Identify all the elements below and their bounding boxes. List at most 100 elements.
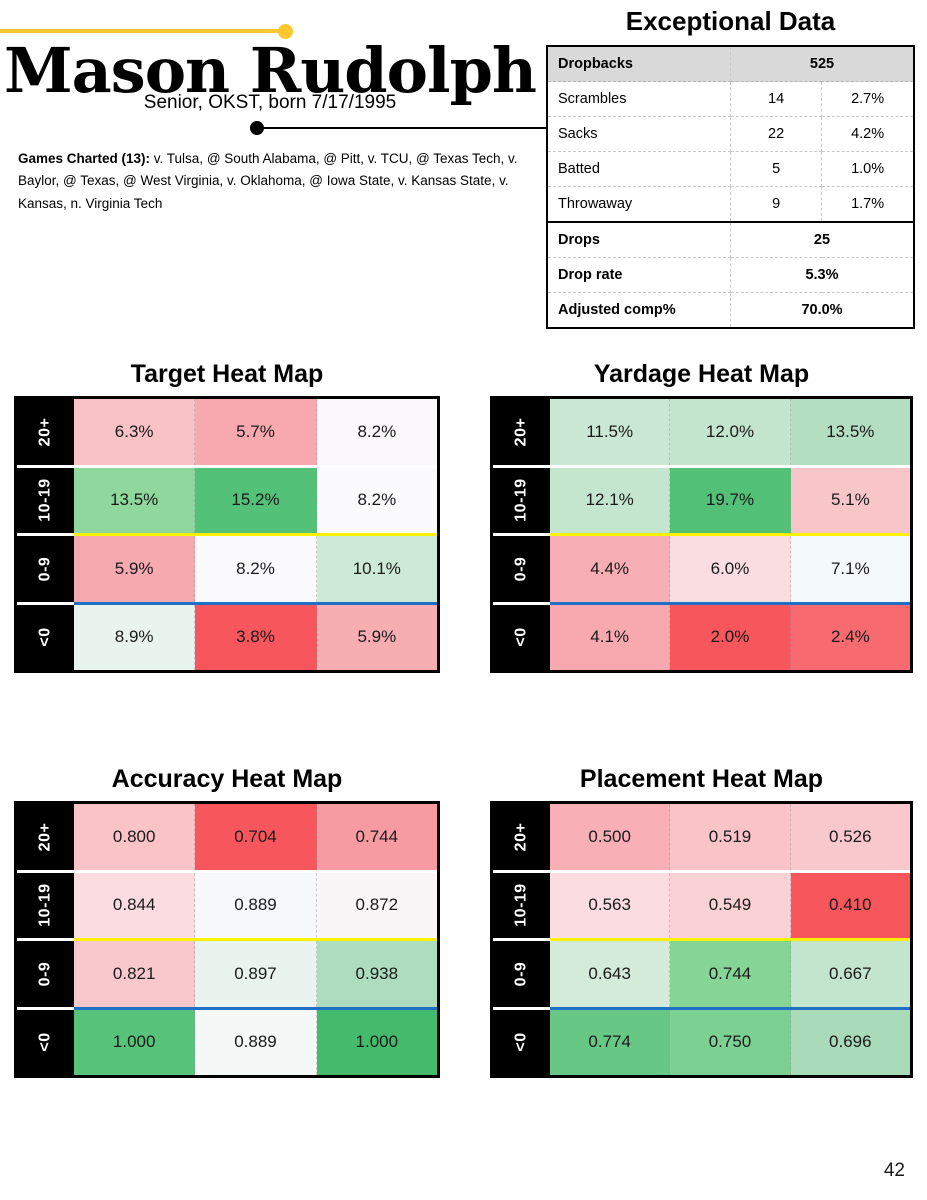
heatmap-title-placement: Placement Heat Map	[579, 765, 824, 793]
heatmap-yardage: 20+ 11.5% 12.0% 13.5% 10-19 12.1% 19.7% 5.1% 0-9…	[490, 396, 913, 673]
heatmap-cell: 8.2%	[316, 467, 437, 533]
heatmap-cell: 0.667	[790, 941, 910, 1007]
heatmap-cell: 0.800	[74, 804, 196, 870]
heatmap-cell: 12.1%	[550, 467, 671, 533]
heatmap-cell: 0.821	[74, 941, 196, 1007]
heatmap-cell: 0.744	[316, 804, 437, 870]
heatmap-row-label: 20+	[17, 804, 74, 872]
heatmap-row: 10-19 0.844 0.889 0.872	[17, 872, 437, 941]
heatmap-cell: 0.500	[550, 804, 671, 870]
row-label: Dropbacks	[548, 47, 731, 82]
heatmap-row-label: 10-19	[17, 872, 74, 941]
heatmap-row: <0 8.9% 3.8% 5.9%	[17, 604, 437, 670]
heatmap-cell: 1.000	[316, 1009, 437, 1075]
heatmap-cell: 0.410	[790, 872, 910, 938]
exceptional-data-grid: Dropbacks 525 Scrambles 14 2.7% Sacks 22 4.2% Ba…	[548, 47, 913, 327]
heatmap-row-label: 0-9	[17, 536, 74, 604]
row-percent: 1.0%	[821, 151, 913, 187]
heatmap-cell: 3.8%	[195, 604, 317, 670]
heatmap-row: 20+ 11.5% 12.0% 13.5%	[493, 399, 910, 468]
heatmap-cell: 0.889	[195, 872, 317, 938]
heatmap-cell: 13.5%	[790, 399, 910, 465]
heatmap-cell: 19.7%	[670, 467, 791, 533]
exceptional-data-title: Exceptional Data	[625, 6, 836, 36]
player-subtitle: Senior, OKST, born 7/17/1995	[143, 92, 397, 113]
heatmap-cell: 13.5%	[74, 467, 196, 533]
heatmap-title-target: Target Heat Map	[130, 360, 324, 388]
heatmap-row-label: <0	[17, 604, 74, 670]
row-count: 14	[730, 81, 823, 117]
row-label: Drops	[548, 222, 731, 258]
connector-line	[257, 127, 547, 129]
row-label: Drop rate	[548, 257, 731, 293]
table-row: Throwaway 9 1.7%	[548, 186, 913, 223]
heatmap-cell: 4.4%	[550, 536, 671, 602]
row-percent: 2.7%	[821, 81, 913, 117]
heatmap-cell: 1.000	[74, 1009, 196, 1075]
heatmap-cell: 4.1%	[550, 604, 671, 670]
heatmap-cell: 5.7%	[195, 399, 317, 465]
heatmap-row: <0 1.000 0.889 1.000	[17, 1009, 437, 1075]
table-row: Scrambles 14 2.7%	[548, 81, 913, 117]
heatmap-row-label: 10-19	[493, 467, 550, 536]
heatmap-cell: 0.519	[670, 804, 791, 870]
table-row: Drop rate 5.3%	[548, 257, 913, 293]
heatmap-cell: 8.2%	[316, 399, 437, 465]
heatmap-row-label: <0	[17, 1009, 74, 1075]
heatmap-cell: 8.2%	[195, 536, 317, 602]
heatmap-cell: 6.3%	[74, 399, 196, 465]
heatmap-row-label: 20+	[17, 399, 74, 467]
table-row: Dropbacks 525	[548, 47, 913, 82]
row-count: 9	[730, 186, 823, 223]
row-label: Scrambles	[548, 81, 731, 117]
row-value: 5.3%	[730, 257, 913, 293]
heatmap-cell: 11.5%	[550, 399, 671, 465]
row-label: Sacks	[548, 116, 731, 152]
row-value: 25	[730, 222, 913, 258]
heatmap-row: 0-9 5.9% 8.2% 10.1%	[17, 536, 437, 605]
heatmap-cell: 0.844	[74, 872, 196, 938]
heatmap-row-label: 10-19	[17, 467, 74, 536]
heatmap-row-label: <0	[493, 1009, 550, 1075]
row-value: 70.0%	[801, 302, 843, 318]
row-label: Throwaway	[548, 186, 731, 223]
heatmap-cell: 7.1%	[790, 536, 910, 602]
heatmap-cell: 5.9%	[316, 604, 437, 670]
heatmap-cell: 12.0%	[670, 399, 791, 465]
row-percent: 1.7%	[821, 186, 913, 223]
row-label: Adjusted comp%	[548, 292, 731, 327]
heatmap-cell: 0.563	[550, 872, 671, 938]
exceptional-data-table: Dropbacks 525 Scrambles 14 2.7% Sacks 22 4.2% Ba…	[546, 45, 915, 329]
heatmap-cell: 5.1%	[790, 467, 910, 533]
page-number: 42	[883, 1160, 905, 1181]
heatmap-cell: 0.744	[670, 941, 791, 1007]
heatmap-row: 0-9 4.4% 6.0% 7.1%	[493, 536, 910, 605]
heatmap-row: 20+ 0.500 0.519 0.526	[493, 804, 910, 873]
heatmap-cell: 15.2%	[195, 467, 317, 533]
heatmap-row: 10-19 0.563 0.549 0.410	[493, 872, 910, 941]
heatmap-cell: 2.4%	[790, 604, 910, 670]
heatmap-placement: 20+ 0.500 0.519 0.526 10-19 0.563 0.549 0.410 0-…	[490, 801, 913, 1078]
heatmap-cell: 0.549	[670, 872, 791, 938]
heatmap-cell: 0.897	[195, 941, 317, 1007]
heatmap-target: 20+ 6.3% 5.7% 8.2% 10-19 13.5% 15.2% 8.2% 0-9 5.9…	[14, 396, 440, 673]
games-charted: Games Charted (13): v. Tulsa, @ South Al…	[18, 148, 526, 215]
heatmap-row: 20+ 0.800 0.704 0.744	[17, 804, 437, 873]
heatmap-title-yardage: Yardage Heat Map	[593, 360, 810, 388]
heatmap-cell: 0.643	[550, 941, 671, 1007]
row-percent: 4.2%	[821, 116, 913, 152]
heatmap-cell: 0.774	[550, 1009, 671, 1075]
heatmap-title-accuracy: Accuracy Heat Map	[111, 765, 343, 793]
heatmap-row: 10-19 12.1% 19.7% 5.1%	[493, 467, 910, 536]
row-label: Batted	[548, 151, 731, 187]
row-count: 5	[730, 151, 823, 187]
heatmap-cell: 10.1%	[316, 536, 437, 602]
heatmap-cell: 0.696	[790, 1009, 910, 1075]
table-row: Drops 25	[548, 222, 913, 258]
heatmap-cell: 0.872	[316, 872, 437, 938]
heatmap-cell: 0.750	[670, 1009, 791, 1075]
table-row: Sacks 22 4.2%	[548, 116, 913, 152]
heatmap-row: <0 0.774 0.750 0.696	[493, 1009, 910, 1075]
heatmap-cell: 6.0%	[670, 536, 791, 602]
heatmap-row: 10-19 13.5% 15.2% 8.2%	[17, 467, 437, 536]
